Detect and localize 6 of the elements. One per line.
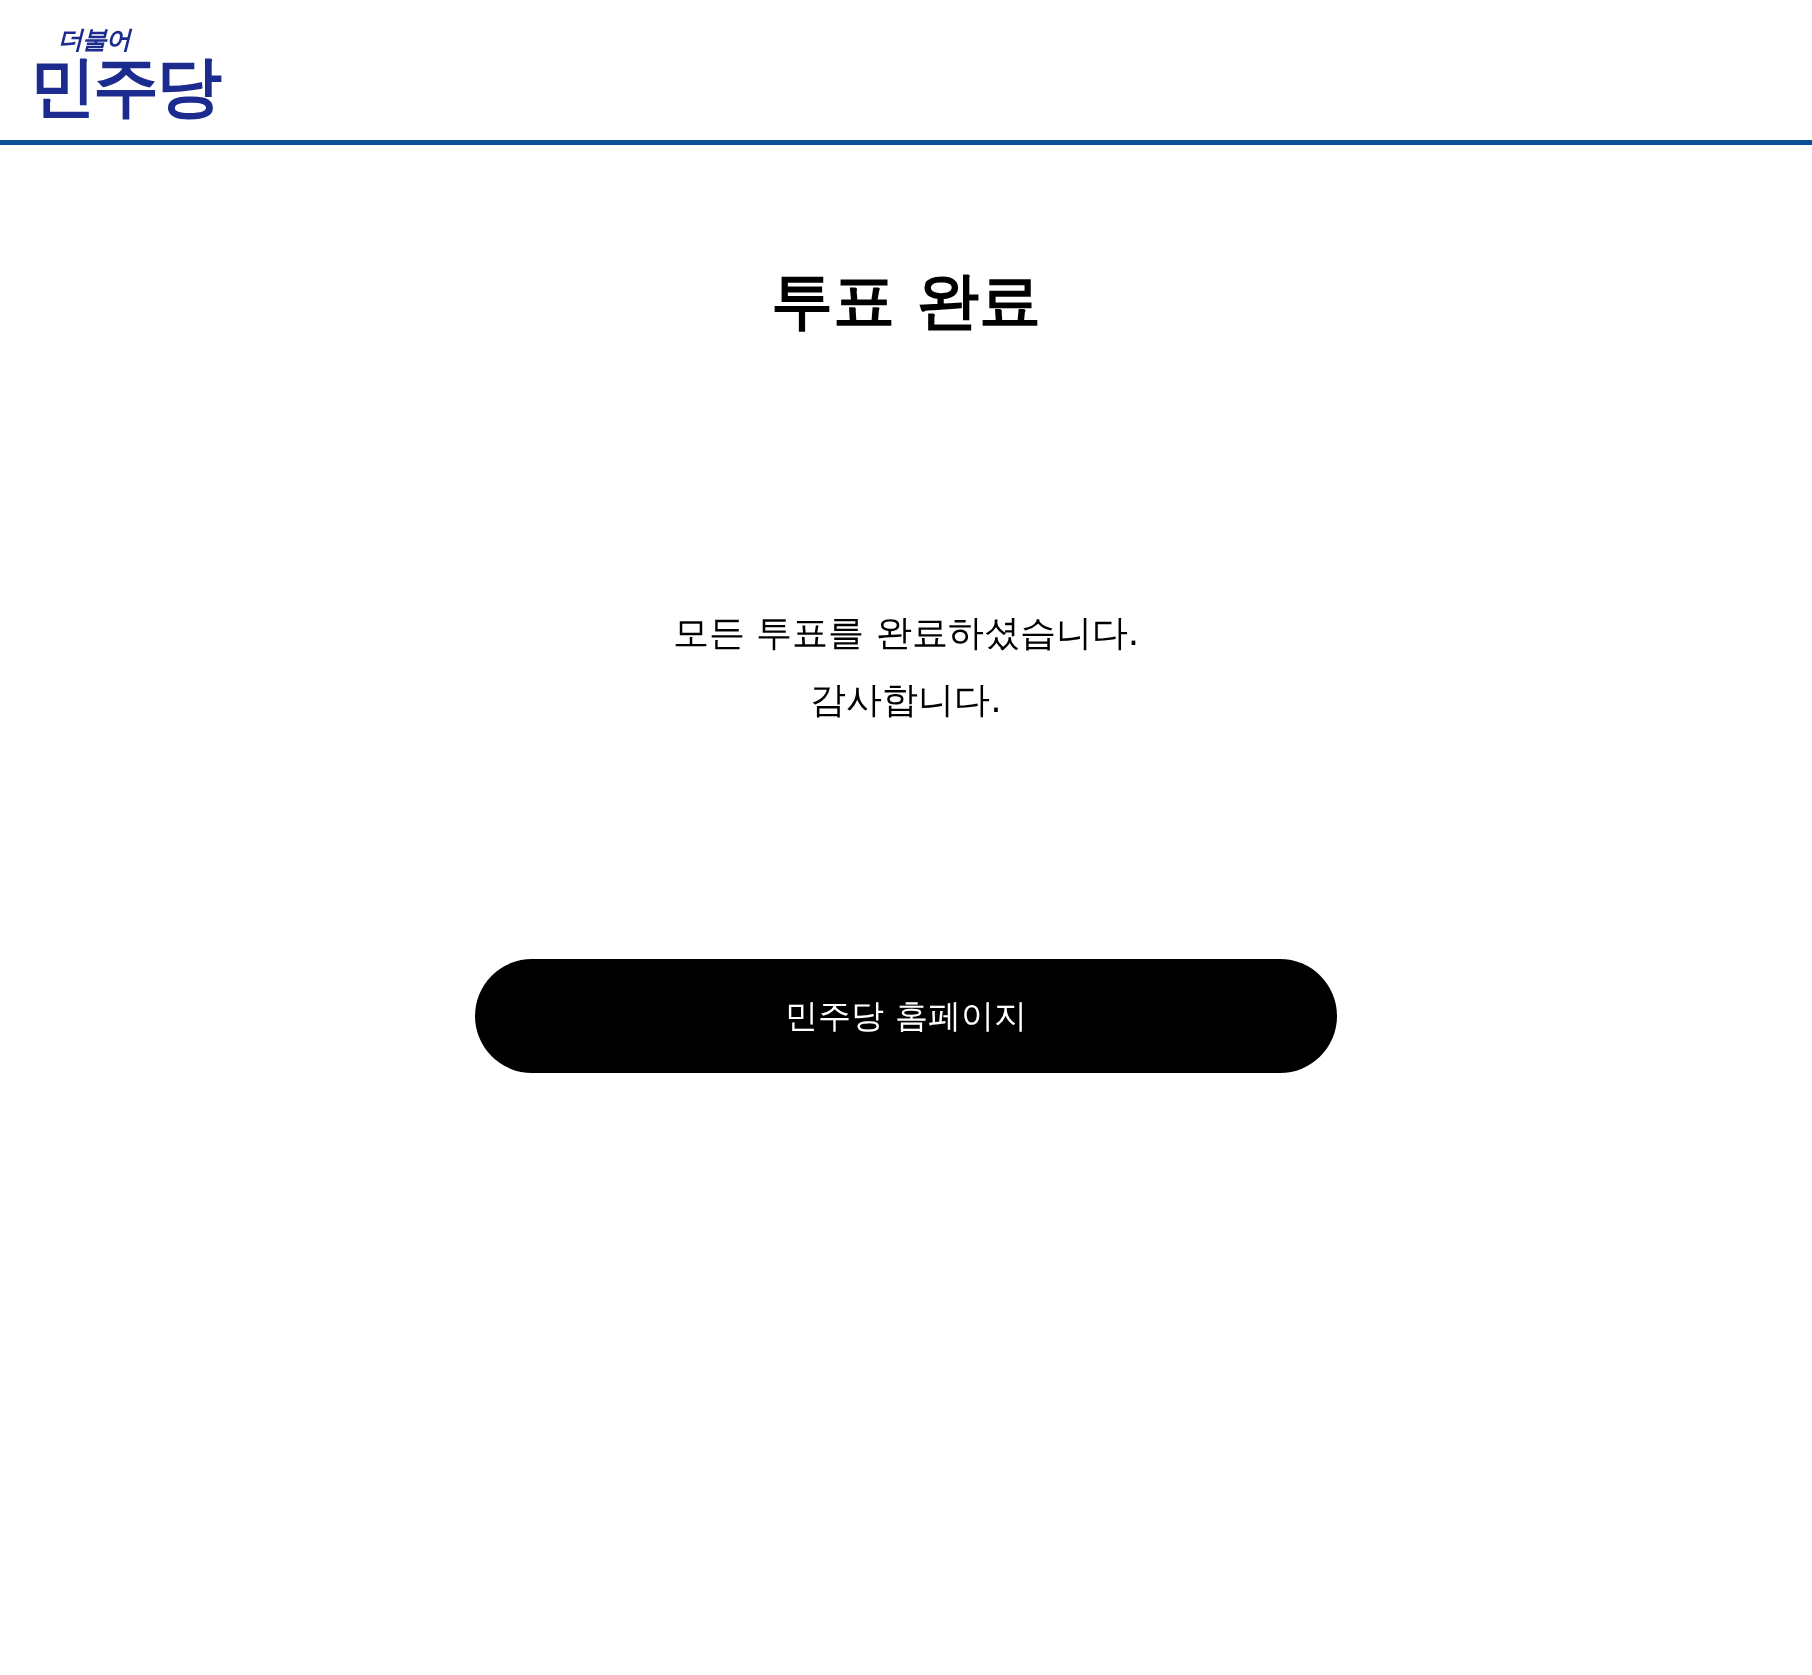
logo-wordmark: 민주당: [30, 54, 219, 120]
message-text: 모든 투표를 완료하셨습니다.: [672, 611, 1140, 655]
page-title: 투표 완료: [771, 265, 1041, 337]
logo-tagline: 더불어: [58, 26, 130, 54]
homepage-button[interactable]: 민주당 홈페이지: [475, 959, 1337, 1073]
message-text: 감사합니다.: [810, 678, 1002, 722]
